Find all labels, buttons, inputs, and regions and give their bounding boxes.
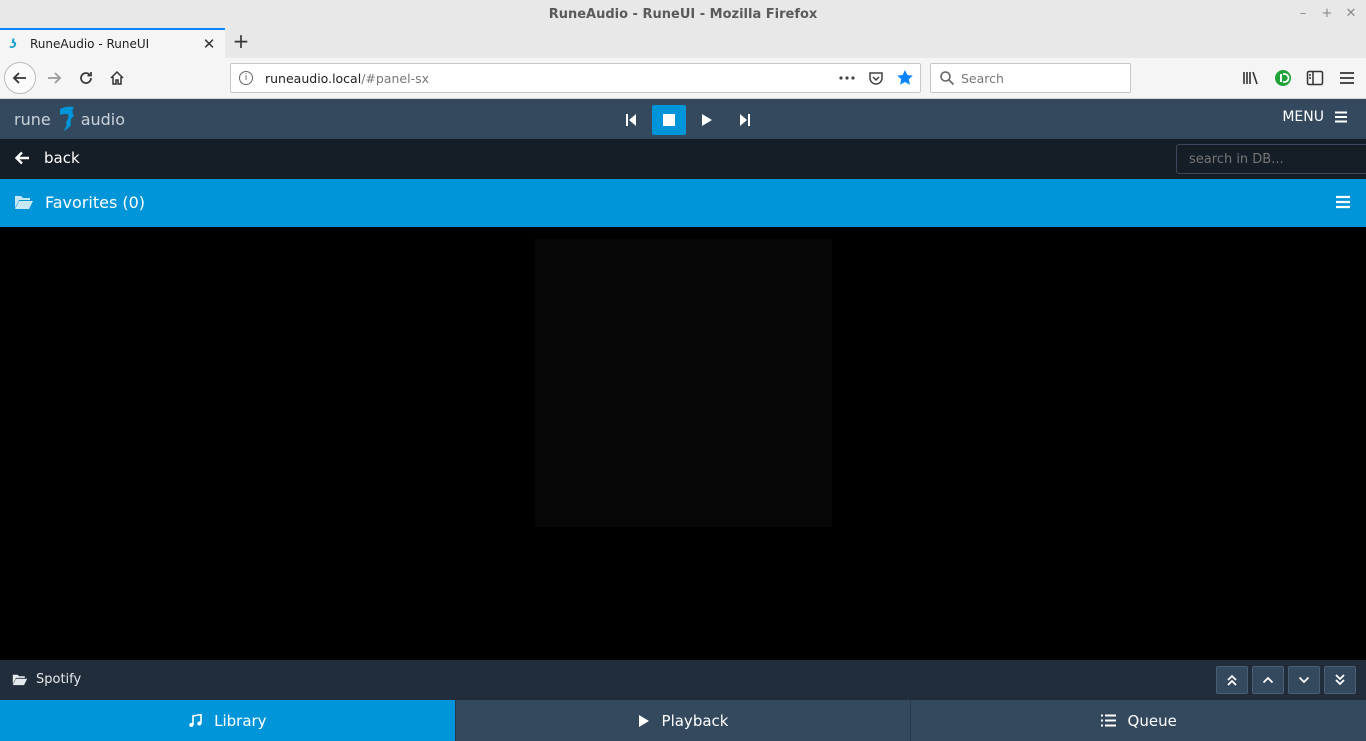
skip-previous-icon — [626, 114, 636, 126]
scroll-bottom-button[interactable] — [1324, 666, 1356, 694]
bookmark-star-icon[interactable] — [896, 69, 914, 87]
logo-text-audio: audio — [80, 109, 126, 129]
open-menu-button[interactable] — [1336, 62, 1358, 94]
browser-back-button[interactable] — [4, 62, 36, 94]
play-icon — [638, 714, 649, 727]
scroll-down-button[interactable] — [1288, 666, 1320, 694]
main-tabbar: Library Playback Queue — [0, 700, 1366, 741]
library-content — [0, 227, 1366, 660]
url-path: /#panel-sx — [361, 70, 429, 86]
maximize-button[interactable]: + — [1320, 4, 1334, 24]
home-button[interactable] — [101, 62, 133, 94]
db-search-form — [1176, 144, 1366, 174]
tab-queue[interactable]: Queue — [911, 700, 1366, 741]
runeaudio-logo[interactable]: rune audio — [14, 105, 125, 133]
url-host: runeaudio.local — [265, 70, 362, 86]
stop-button[interactable] — [652, 105, 686, 135]
db-search-input[interactable] — [1176, 144, 1366, 174]
next-track-button[interactable] — [728, 105, 762, 135]
site-info-icon[interactable]: i — [239, 71, 253, 85]
back-button[interactable]: back — [14, 149, 80, 167]
scroll-up-button[interactable] — [1252, 666, 1284, 694]
window-title: RuneAudio - RuneUI - Mozilla Firefox — [548, 6, 818, 22]
double-chevron-up-icon — [1227, 674, 1237, 686]
tab-strip: ʖ RuneAudio - RuneUI ✕ + — [0, 28, 1366, 58]
chevron-up-icon — [1262, 676, 1274, 684]
favorites-header: Favorites (0) — [0, 179, 1366, 227]
tab-playback-label: Playback — [661, 711, 729, 730]
back-label: back — [44, 149, 80, 167]
menu-label: MENU — [1282, 109, 1324, 125]
page-actions-icon[interactable] — [838, 70, 856, 86]
app-topbar: rune audio MENU — [0, 99, 1366, 139]
close-tab-icon[interactable]: ✕ — [201, 35, 217, 53]
tab-title: RuneAudio - RuneUI — [30, 37, 150, 51]
browser-navbar: i runeaudio.local/#panel-sx Search — [0, 58, 1366, 99]
hamburger-menu-icon — [1340, 72, 1354, 84]
browser-forward-button[interactable] — [38, 62, 70, 94]
reload-icon — [80, 72, 92, 84]
bars-icon — [1335, 111, 1347, 123]
spotify-source[interactable]: Spotify — [12, 672, 81, 687]
arrow-right-icon — [48, 72, 62, 84]
source-bar: Spotify — [0, 660, 1366, 700]
browser-search-bar[interactable]: Search — [930, 63, 1131, 93]
runeaudio-favicon-icon: ʖ — [10, 37, 17, 51]
rune-logo-icon — [59, 106, 74, 131]
music-icon — [189, 713, 202, 727]
toolbar-right — [1240, 62, 1358, 94]
list-icon — [1100, 714, 1116, 727]
stop-icon — [663, 114, 675, 126]
play-icon — [702, 114, 712, 126]
window-controls: – + ✕ — [1296, 4, 1358, 24]
pocket-icon[interactable] — [868, 70, 884, 86]
cover-art-placeholder — [535, 239, 832, 527]
extension-button[interactable] — [1272, 62, 1294, 94]
new-tab-button[interactable]: + — [231, 30, 251, 54]
reload-button[interactable] — [70, 62, 102, 94]
app-menu-button[interactable]: MENU — [1282, 109, 1348, 125]
scroll-top-button[interactable] — [1216, 666, 1248, 694]
folder-open-icon — [15, 196, 33, 209]
logo-text-rune: rune — [14, 109, 51, 129]
sidebar-icon — [1306, 70, 1324, 86]
playback-controls — [614, 105, 762, 135]
play-button[interactable] — [690, 105, 724, 135]
minimize-button[interactable]: – — [1296, 4, 1310, 24]
section-menu-icon[interactable] — [1336, 195, 1350, 209]
arrow-left-icon — [14, 151, 29, 165]
source-label: Spotify — [36, 672, 82, 687]
scroll-controls — [1216, 666, 1356, 694]
library-icon — [1243, 71, 1258, 85]
previous-track-button[interactable] — [614, 105, 648, 135]
search-icon — [940, 71, 955, 86]
sidebar-button[interactable] — [1304, 62, 1326, 94]
double-chevron-down-icon — [1335, 674, 1345, 686]
browser-tab[interactable]: ʖ RuneAudio - RuneUI ✕ — [0, 28, 225, 58]
folder-open-icon — [12, 674, 28, 686]
tab-queue-label: Queue — [1127, 711, 1177, 730]
url-bar[interactable]: i runeaudio.local/#panel-sx — [230, 63, 921, 93]
browser-search-placeholder: Search — [961, 70, 1004, 86]
url-actions — [838, 69, 914, 87]
library-button[interactable] — [1240, 62, 1262, 94]
close-window-button[interactable]: ✕ — [1344, 4, 1358, 24]
skip-next-icon — [740, 114, 750, 126]
arrow-left-icon — [12, 72, 26, 84]
window-titlebar: RuneAudio - RuneUI - Mozilla Firefox – +… — [0, 0, 1366, 28]
section-title: Favorites (0) — [45, 193, 146, 212]
chevron-down-icon — [1298, 676, 1310, 684]
extension-icon — [1275, 70, 1291, 86]
tab-library-label: Library — [214, 711, 267, 730]
library-nav-bar: back — [0, 139, 1366, 179]
tab-library[interactable]: Library — [0, 700, 455, 741]
home-icon — [110, 70, 124, 85]
tab-playback[interactable]: Playback — [454, 700, 912, 741]
